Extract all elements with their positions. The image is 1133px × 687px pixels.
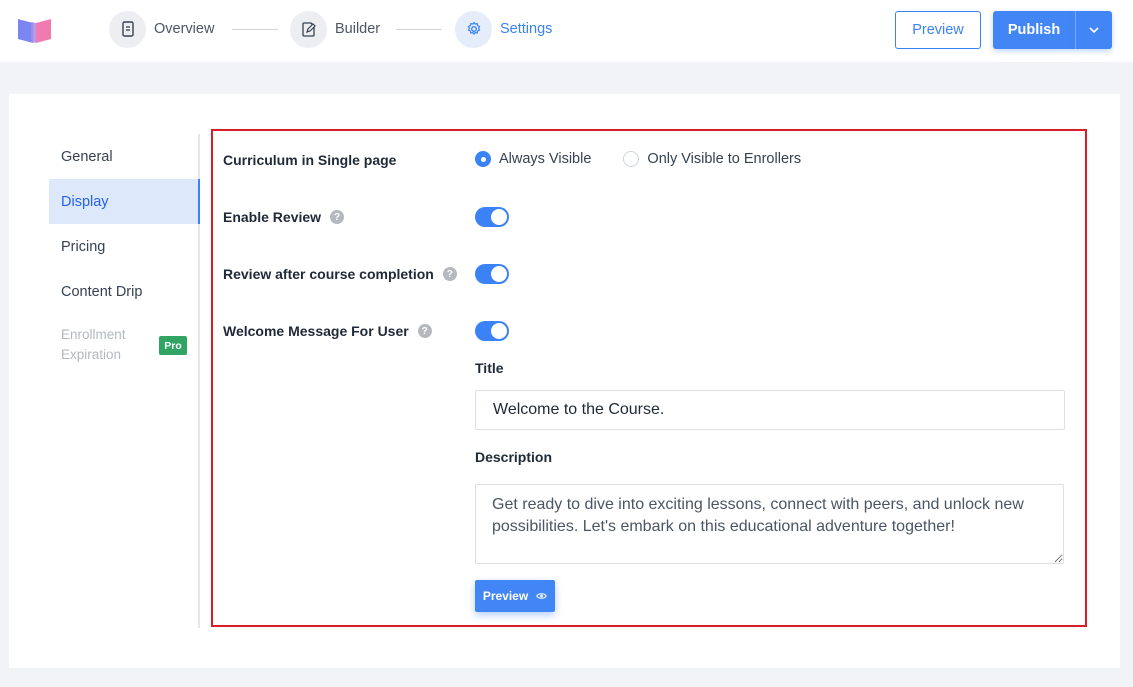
pro-badge: Pro xyxy=(159,336,187,355)
step-builder[interactable]: Builder xyxy=(290,10,380,48)
radio-label-always-visible: Always Visible xyxy=(499,151,592,167)
sidebar-item-enrollment-expiration: Enrollment Expiration xyxy=(61,327,126,362)
welcome-message-toggle[interactable] xyxy=(475,321,509,341)
welcome-description-textarea[interactable]: Get ready to dive into exciting lessons,… xyxy=(475,484,1064,564)
radio-only-enrollers[interactable]: Only Visible to Enrollers xyxy=(623,151,801,167)
curriculum-label: Curriculum in Single page xyxy=(223,152,396,168)
gear-icon xyxy=(455,10,492,48)
enable-review-label-text: Enable Review xyxy=(223,209,322,225)
welcome-title-input[interactable] xyxy=(475,390,1065,430)
radio-label-only-enrollers: Only Visible to Enrollers xyxy=(647,151,802,167)
preview-button[interactable]: Preview xyxy=(895,11,981,49)
step-label-overview: Overview xyxy=(154,21,215,37)
book-logo-icon xyxy=(18,19,51,43)
review-after-completion-label-text: Review after course completion xyxy=(223,266,434,282)
enable-review-toggle[interactable] xyxy=(475,207,509,227)
sidebar-item-display[interactable]: Display xyxy=(49,179,200,224)
help-icon[interactable]: ? xyxy=(417,324,432,338)
radio-always-visible[interactable]: Always Visible xyxy=(475,151,591,167)
sidebar-item-general[interactable]: General xyxy=(49,134,200,179)
description-field-label: Description xyxy=(475,449,553,465)
sidebar-item-pricing[interactable]: Pricing xyxy=(49,224,200,269)
welcome-preview-label: Preview xyxy=(482,589,529,603)
radio-unchecked-icon[interactable] xyxy=(623,151,640,167)
sidebar-item-content-drip[interactable]: Content Drip xyxy=(49,269,200,314)
welcome-preview-button[interactable]: Preview xyxy=(475,580,555,612)
eye-icon xyxy=(536,593,548,599)
step-label-settings: Settings xyxy=(500,21,553,37)
review-after-completion-toggle[interactable] xyxy=(475,264,509,284)
chevron-down-icon xyxy=(1089,27,1099,34)
radio-checked-icon[interactable] xyxy=(475,151,491,167)
settings-sidebar: General Display Pricing Content Drip Enr… xyxy=(49,134,200,628)
review-after-completion-label: Review after course completion ? xyxy=(223,266,457,282)
curriculum-label-text: Curriculum in Single page xyxy=(223,152,397,168)
publish-button[interactable]: Publish xyxy=(993,11,1075,49)
edit-icon xyxy=(290,10,327,48)
welcome-message-label: Welcome Message For User ? xyxy=(223,323,432,339)
step-overview[interactable]: Overview xyxy=(109,10,214,48)
curriculum-radio-group: Always Visible Only Visible to Enrollers xyxy=(475,151,801,167)
document-icon xyxy=(109,10,146,48)
enable-review-label: Enable Review ? xyxy=(223,209,345,225)
welcome-message-label-text: Welcome Message For User xyxy=(223,323,409,339)
step-connector xyxy=(396,29,442,30)
step-label-builder: Builder xyxy=(335,21,381,37)
title-field-label: Title xyxy=(475,360,504,376)
help-icon[interactable]: ? xyxy=(330,210,345,224)
step-connector xyxy=(232,29,278,30)
top-header: Overview Builder Settings Preview Publis… xyxy=(0,0,1133,62)
help-icon[interactable]: ? xyxy=(442,267,457,281)
publish-options-button[interactable] xyxy=(1075,11,1112,49)
step-settings[interactable]: Settings xyxy=(455,10,552,48)
